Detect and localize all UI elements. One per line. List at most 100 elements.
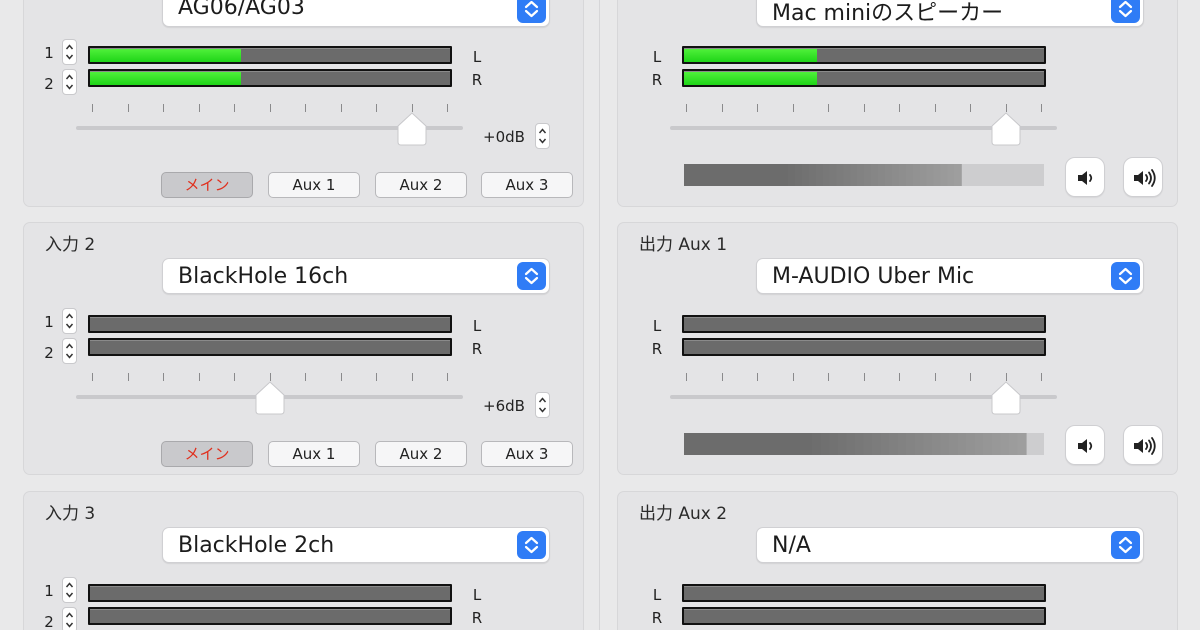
device-select[interactable]: Mac miniのスピーカー: [756, 0, 1144, 27]
output-meter-segment: [912, 164, 921, 186]
slider-tick: [864, 373, 865, 381]
output-meter-segment: [822, 164, 831, 186]
device-select-value: N/A: [772, 533, 811, 558]
output-meter-segment: [829, 164, 838, 186]
output-meter-segment: [905, 164, 914, 186]
route-aux3-button[interactable]: Aux 3: [481, 441, 573, 467]
output-meter-segment: [836, 164, 844, 186]
slider-tick: [376, 373, 377, 381]
output-meter-segment: [926, 164, 935, 186]
level-meter-l: [682, 46, 1046, 64]
output-meter-segment: [1000, 433, 1010, 455]
output-meter-segment: [743, 433, 753, 455]
route-aux2-button[interactable]: Aux 2: [375, 441, 467, 467]
level-meter-l: [88, 315, 452, 333]
route-aux2-button[interactable]: Aux 2: [375, 172, 467, 198]
channel-stepper[interactable]: [62, 607, 77, 630]
output-meter-segment: [855, 433, 865, 455]
channel-l-label: L: [652, 317, 662, 335]
slider-tick: [1006, 373, 1007, 381]
output-meter-segment: [837, 433, 848, 455]
slider-tick: [1041, 373, 1042, 381]
level-meter-l: [682, 315, 1046, 333]
channel-stepper[interactable]: [62, 69, 77, 95]
output-meter-segment: [753, 164, 761, 186]
output-meter-segment: [718, 433, 728, 455]
output-meter-segment: [884, 164, 893, 186]
speaker-high-icon[interactable]: [1123, 425, 1163, 465]
output-meter-segment: [820, 433, 830, 455]
device-select[interactable]: M-AUDIO Uber Mic: [756, 258, 1144, 294]
slider-ticks: [92, 104, 448, 114]
route-main-button[interactable]: メイン: [161, 172, 253, 198]
output-meter-segment: [718, 164, 727, 186]
slider-tick: [1006, 104, 1007, 112]
chevron-updown-icon: [1111, 262, 1140, 290]
level-meter-l: [682, 584, 1046, 602]
output-meter-segment: [787, 164, 796, 186]
slider-tick: [341, 104, 342, 112]
output-meter-segment: [974, 433, 984, 455]
level-meter-r: [682, 607, 1046, 625]
output-meter-segment: [863, 433, 873, 455]
route-aux3-button[interactable]: Aux 3: [481, 172, 573, 198]
level-meter-r: [682, 69, 1046, 87]
channel-l-label: L: [472, 586, 482, 604]
output-meter-segment: [891, 164, 900, 186]
volume-slider-thumb[interactable]: [990, 381, 1022, 415]
slider-tick: [128, 373, 129, 381]
device-select[interactable]: BlackHole 16ch: [162, 258, 550, 294]
device-select[interactable]: AG06/AG03: [162, 0, 550, 27]
slider-tick: [412, 373, 413, 381]
output-meter-segment: [752, 433, 762, 455]
slider-tick: [376, 104, 377, 112]
volume-slider-thumb[interactable]: [990, 112, 1022, 146]
slider-tick: [199, 373, 200, 381]
gain-stepper[interactable]: [535, 392, 550, 418]
output-meter-segment: [704, 164, 713, 186]
channel-label: 2: [44, 344, 54, 362]
slider-tick: [305, 104, 306, 112]
slider-tick: [828, 373, 829, 381]
speaker-low-icon[interactable]: [1065, 157, 1105, 197]
device-select[interactable]: BlackHole 2ch: [162, 527, 550, 563]
slider-tick: [722, 104, 723, 112]
route-main-button[interactable]: メイン: [161, 441, 253, 467]
route-aux1-button[interactable]: Aux 1: [268, 172, 360, 198]
slider-tick: [163, 373, 164, 381]
slider-ticks: [686, 104, 1042, 114]
device-select[interactable]: N/A: [756, 527, 1144, 563]
output-meter-segment: [769, 433, 779, 455]
level-meter-r: [88, 607, 452, 625]
output-meter-segment: [778, 433, 788, 455]
speaker-high-icon[interactable]: [1123, 157, 1163, 197]
channel-label: 1: [44, 44, 54, 62]
output-meter-segment: [843, 164, 851, 186]
channel-stepper[interactable]: [62, 39, 77, 65]
panel-title: 入力 3: [45, 504, 96, 524]
channel-stepper[interactable]: [62, 577, 77, 603]
channel-label: 1: [44, 582, 54, 600]
slider-tick: [199, 104, 200, 112]
slider-tick: [899, 104, 900, 112]
slider-tick: [899, 373, 900, 381]
channel-l-label: L: [652, 48, 662, 66]
channel-stepper[interactable]: [62, 338, 77, 364]
gain-slider-thumb[interactable]: [254, 381, 286, 415]
output-meter-segment: [760, 164, 768, 186]
output-panel-aux1: 出力 Aux 1 M-AUDIO Uber Mic L R: [617, 222, 1178, 475]
slider-tick: [970, 104, 971, 112]
speaker-low-icon[interactable]: [1065, 425, 1105, 465]
output-meter-segment: [767, 164, 775, 186]
channel-r-label: R: [651, 609, 663, 627]
route-aux1-button[interactable]: Aux 1: [268, 441, 360, 467]
output-meter-segment: [735, 433, 745, 455]
device-select-value: BlackHole 2ch: [178, 533, 335, 558]
output-meter-segment: [889, 433, 899, 455]
gain-stepper[interactable]: [535, 123, 550, 149]
slider-tick: [935, 104, 936, 112]
output-meter-segment: [801, 164, 810, 186]
gain-slider-thumb[interactable]: [396, 112, 428, 146]
column-divider: [599, 0, 600, 630]
channel-stepper[interactable]: [62, 308, 77, 334]
